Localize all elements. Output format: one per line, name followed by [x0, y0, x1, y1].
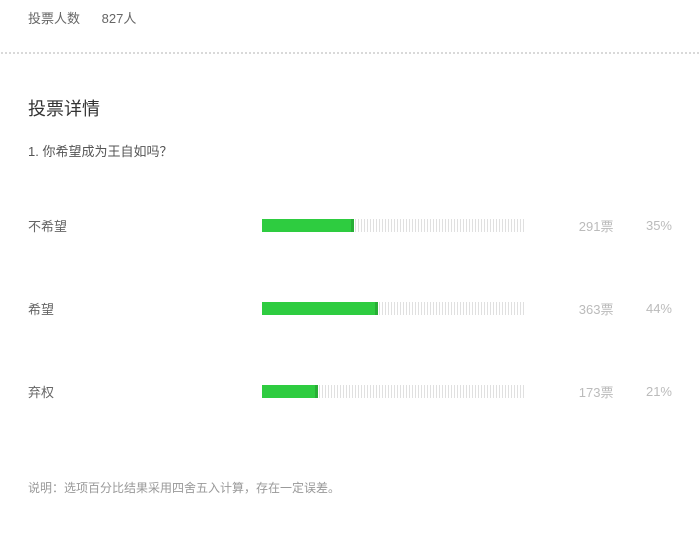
option-label: 不希望 [28, 216, 262, 235]
section-divider [0, 51, 700, 55]
voter-count-label: 投票人数 [28, 11, 80, 26]
option-row: 不希望 291票 35% [28, 184, 672, 267]
voter-count-value: 827人 [102, 11, 137, 26]
footnote: 说明：选项百分比结果采用四舍五入计算，存在一定误差。 [0, 443, 700, 516]
option-label: 希望 [28, 299, 262, 318]
voter-count-row: 投票人数 827人 [0, 0, 700, 35]
option-row: 弃权 173票 21% [28, 350, 672, 433]
bar-track [262, 385, 525, 398]
option-percent: 21% [613, 384, 672, 399]
poll-options: 不希望 291票 35% 希望 363票 44% 弃权 173票 21% [0, 160, 700, 443]
section-title: 投票详情 [0, 71, 700, 121]
bar-fill [262, 385, 317, 398]
option-label: 弃权 [28, 382, 262, 401]
option-votes: 363票 [526, 299, 614, 318]
option-percent: 35% [613, 218, 672, 233]
bar-fill [262, 219, 354, 232]
poll-question: 1. 你希望成为王自如吗？ [0, 121, 700, 160]
bar-fill [262, 302, 378, 315]
option-votes: 173票 [526, 382, 614, 401]
bar-track [262, 302, 525, 315]
option-votes: 291票 [526, 216, 614, 235]
option-row: 希望 363票 44% [28, 267, 672, 350]
option-percent: 44% [613, 301, 672, 316]
bar-track [262, 219, 525, 232]
